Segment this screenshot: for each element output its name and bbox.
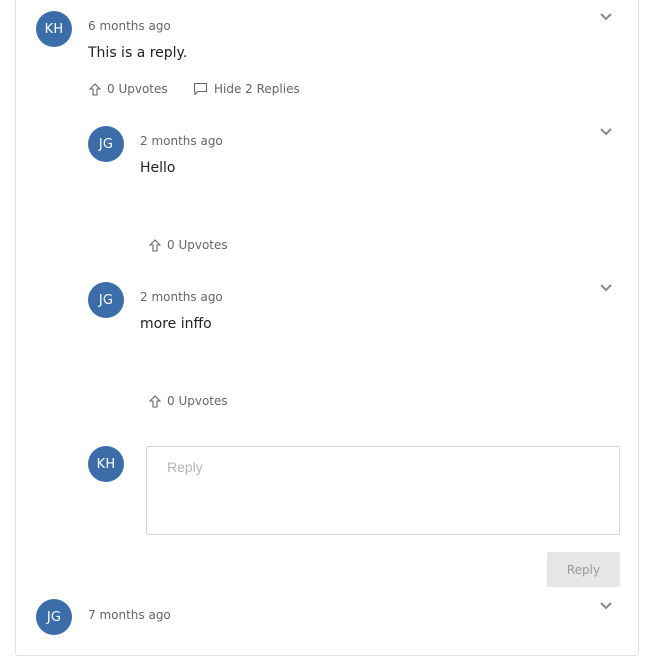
upvote-count: 0 Upvotes: [167, 394, 228, 408]
upvote-count: 0 Upvotes: [167, 238, 228, 252]
comment-thread-card: [15, 0, 639, 656]
avatar-initials: KH: [44, 21, 64, 37]
comment-timestamp: 6 months ago: [88, 19, 171, 33]
comment-body: more inffo: [140, 316, 212, 332]
comment-body: Hello: [140, 160, 176, 176]
comment-timestamp: 2 months ago: [140, 290, 223, 304]
upvote-arrow-icon: [89, 82, 101, 96]
avatar-initials: KH: [96, 456, 116, 472]
chevron-down-icon[interactable]: [599, 12, 613, 22]
avatar-initials: JG: [98, 292, 114, 308]
chevron-down-icon[interactable]: [599, 127, 613, 137]
avatar: JG: [88, 282, 124, 318]
comment-timestamp: 2 months ago: [140, 134, 223, 148]
upvote-count: 0 Upvotes: [107, 82, 168, 96]
comment-timestamp: 7 months ago: [88, 608, 171, 622]
avatar: JG: [88, 126, 124, 162]
upvote-button[interactable]: 0 Upvotes: [89, 82, 168, 96]
upvote-arrow-icon: [149, 394, 161, 408]
upvote-button[interactable]: 0 Upvotes: [149, 238, 228, 252]
comment-body: This is a reply.: [88, 45, 188, 61]
hide-replies-button[interactable]: Hide 2 Replies: [193, 82, 300, 96]
speech-bubble-icon: [193, 82, 208, 96]
reply-button[interactable]: Reply: [547, 552, 620, 587]
avatar: KH: [36, 11, 72, 47]
avatar-initials: JG: [98, 136, 114, 152]
avatar: JG: [36, 599, 72, 635]
reply-input[interactable]: [146, 446, 620, 535]
avatar-initials: JG: [46, 609, 62, 625]
hide-replies-label: Hide 2 Replies: [214, 82, 300, 96]
upvote-button[interactable]: 0 Upvotes: [149, 394, 228, 408]
chevron-down-icon[interactable]: [599, 283, 613, 293]
upvote-arrow-icon: [149, 238, 161, 252]
avatar: KH: [88, 446, 124, 482]
chevron-down-icon[interactable]: [599, 601, 613, 611]
